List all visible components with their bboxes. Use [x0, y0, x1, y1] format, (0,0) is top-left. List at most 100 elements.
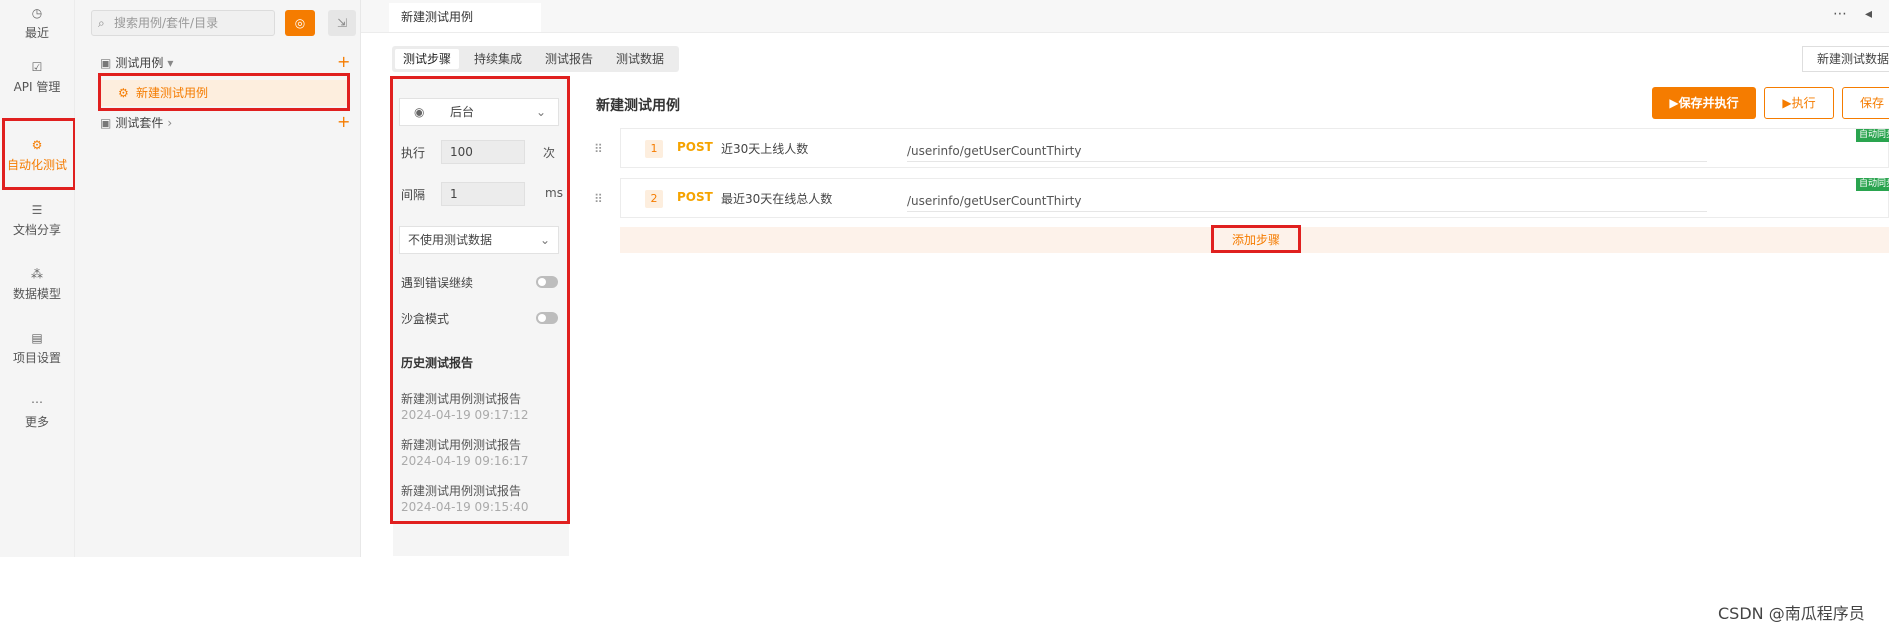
save-and-run-button[interactable]: ▶保存并执行	[1652, 87, 1756, 119]
history-report-name[interactable]: 新建测试用例测试报告	[401, 482, 521, 499]
collapse-icon: ⇲	[336, 16, 348, 30]
rail-item-api[interactable]: ☑ API 管理	[0, 60, 74, 95]
step-method: POST	[677, 190, 713, 204]
search-placeholder: 搜索用例/套件/目录	[114, 16, 219, 30]
chevron-down-icon: ⌄	[540, 233, 551, 247]
step-method: POST	[677, 140, 713, 154]
chevron-right-icon: ›	[167, 116, 173, 130]
case-title: 新建测试用例	[596, 98, 680, 114]
repeat-input[interactable]: 100	[441, 140, 525, 164]
api-icon: ☑	[31, 60, 43, 74]
add-step-button[interactable]: 添加步骤	[1215, 229, 1297, 251]
add-suite-button[interactable]: +	[337, 112, 350, 131]
history-icon: ◷	[31, 6, 43, 20]
history-report-time: 2024-04-19 09:16:17	[401, 454, 529, 468]
doc-tab-bar: 新建测试用例 ⋯ ◂	[361, 0, 1889, 33]
tab-ci[interactable]: 持续集成	[466, 49, 530, 69]
run-button[interactable]: ▶执行	[1764, 87, 1834, 119]
tree-folder-suites[interactable]: ▣ 测试套件 ›	[100, 112, 172, 134]
search-input[interactable]: ⌕ 搜索用例/套件/目录	[91, 10, 275, 36]
search-icon: ⌕	[98, 16, 105, 30]
eye-icon: ◉	[414, 105, 425, 119]
rail-item-label: 更多	[24, 415, 49, 429]
step-path: /userinfo/getUserCountThirty	[907, 144, 1082, 158]
step-name: 最近30天在线总人数	[721, 192, 833, 206]
interval-unit: ms	[545, 186, 563, 200]
divider	[907, 211, 1707, 212]
rail-item-label: 项目设置	[12, 351, 61, 365]
folder-icon: ▣	[100, 56, 112, 70]
rail-item-data-model[interactable]: ⁂ 数据模型	[0, 267, 74, 302]
document-icon: ☰	[31, 203, 43, 217]
rail-item-docs[interactable]: ☰ 文档分享	[0, 203, 74, 238]
divider	[907, 161, 1707, 162]
rail-item-recent[interactable]: ◷ 最近	[0, 6, 74, 41]
repeat-unit: 次	[543, 146, 556, 160]
status-badge: 自动同步	[1856, 178, 1889, 191]
continue-on-error-toggle[interactable]	[536, 276, 558, 288]
history-report-time: 2024-04-19 09:15:40	[401, 500, 529, 514]
rail-item-settings[interactable]: ▤ 项目设置	[0, 331, 74, 366]
test-data-value: 不使用测试数据	[408, 233, 493, 247]
drag-handle-icon[interactable]: ⠿	[594, 142, 603, 156]
interval-label: 间隔	[401, 188, 426, 202]
history-report-time: 2024-04-19 09:17:12	[401, 408, 529, 422]
tree-folder-label: 测试用例	[115, 56, 164, 70]
more-icon: ⋯	[31, 395, 43, 409]
settings-icon: ▤	[31, 331, 43, 345]
tree-folder-cases[interactable]: ▣ 测试用例 ▾	[100, 52, 173, 74]
watermark: CSDN @南瓜程序员	[1718, 604, 1865, 623]
step-index: 1	[645, 140, 663, 158]
automation-icon: ⚙	[31, 138, 43, 152]
tree-folder-label: 测试套件	[115, 116, 164, 130]
rail-item-automation[interactable]: ⚙ 自动化测试	[0, 138, 74, 173]
step-name: 近30天上线人数	[721, 142, 809, 156]
rail-item-label: API 管理	[13, 80, 61, 94]
mode-value: 后台	[450, 105, 475, 119]
tree-panel: ⌕ 搜索用例/套件/目录 ◎ ⇲ ▣ 测试用例 ▾ + ⚙ 新建测试用例 ▣ 测试套件…	[75, 0, 361, 557]
tab-steps[interactable]: 测试步骤	[395, 49, 460, 69]
step-row[interactable]: 1 POST 近30天上线人数 /userinfo/getUserCountTh…	[620, 128, 1889, 168]
automation-case-icon: ⚙	[118, 86, 129, 100]
locate-button[interactable]: ◎	[285, 10, 315, 36]
rail-item-label: 最近	[24, 26, 49, 40]
more-icon[interactable]: ⋯	[1833, 6, 1847, 22]
mode-select[interactable]: ◉ 后台 ⌄	[399, 98, 559, 126]
test-data-select[interactable]: 不使用测试数据 ⌄	[399, 226, 559, 254]
repeat-label: 执行	[401, 146, 426, 160]
data-model-icon: ⁂	[31, 267, 43, 281]
step-path: /userinfo/getUserCountThirty	[907, 194, 1082, 208]
doc-tab-new-case[interactable]: 新建测试用例	[389, 3, 541, 32]
rail-item-label: 自动化测试	[6, 158, 67, 172]
chevron-down-icon: ▾	[167, 56, 174, 70]
status-badge: 自动同步	[1856, 129, 1889, 142]
rail-item-more[interactable]: ⋯ 更多	[0, 395, 74, 430]
continue-on-error-label: 遇到错误继续	[401, 276, 474, 290]
history-title: 历史测试报告	[401, 356, 474, 370]
rail-item-label: 数据模型	[12, 287, 61, 301]
add-case-button[interactable]: +	[337, 52, 350, 71]
run-config-panel: ◉ 后台 ⌄ 执行 100 次 间隔 1 ms 不使用测试数据 ⌄ 遇到错误继续…	[393, 78, 569, 556]
sandbox-label: 沙盒模式	[401, 312, 450, 326]
tab-test-data[interactable]: 测试数据	[608, 49, 672, 69]
tree-item-label: 新建测试用例	[136, 86, 209, 100]
step-row[interactable]: 2 POST 最近30天在线总人数 /userinfo/getUserCount…	[620, 178, 1889, 218]
tree-item-selected[interactable]: ⚙ 新建测试用例	[100, 80, 350, 106]
history-report-name[interactable]: 新建测试用例测试报告	[401, 390, 521, 407]
tab-reports[interactable]: 测试报告	[537, 49, 601, 69]
chevron-down-icon: ⌄	[536, 105, 547, 119]
rail-item-label: 文档分享	[12, 223, 61, 237]
save-button[interactable]: 保存	[1842, 87, 1889, 119]
new-test-data-button[interactable]: 新建测试数据	[1802, 46, 1889, 72]
sandbox-toggle[interactable]	[536, 312, 558, 324]
step-index: 2	[645, 190, 663, 208]
target-icon: ◎	[294, 16, 306, 30]
chevron-left-icon[interactable]: ◂	[1865, 6, 1872, 22]
history-report-name[interactable]: 新建测试用例测试报告	[401, 436, 521, 453]
drag-handle-icon[interactable]: ⠿	[594, 192, 603, 206]
left-rail: ◷ 最近 ☑ API 管理 ⚙ 自动化测试 ☰ 文档分享 ⁂ 数据模型 ▤ 项目…	[0, 0, 75, 557]
interval-input[interactable]: 1	[441, 182, 525, 206]
collapse-button[interactable]: ⇲	[328, 10, 356, 36]
folder-icon: ▣	[100, 116, 112, 130]
sub-tabs: 测试步骤 持续集成 测试报告 测试数据	[392, 46, 679, 72]
